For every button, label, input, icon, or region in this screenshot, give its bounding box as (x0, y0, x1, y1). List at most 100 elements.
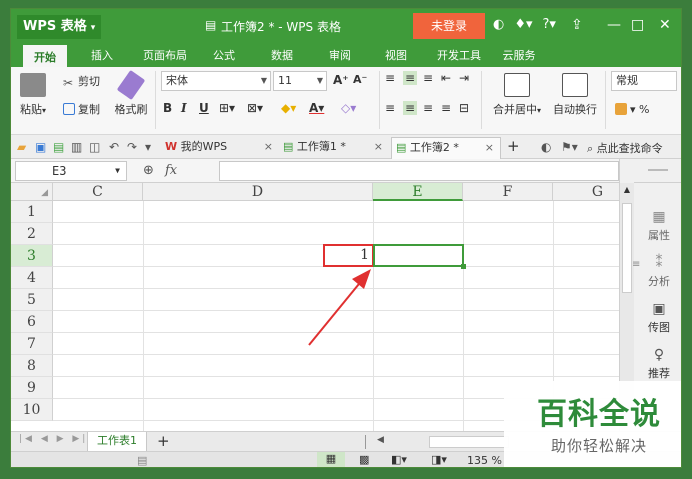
bold-button[interactable]: B (163, 101, 172, 115)
tab-view[interactable]: 视图 (379, 45, 413, 67)
shirt-icon[interactable]: ♦▾ (514, 17, 532, 32)
normal-view-button[interactable]: ▦ (317, 452, 345, 467)
sheet-tab-1[interactable]: 工作表1 (87, 432, 147, 452)
page-layout-view-icon[interactable]: ▩ (359, 453, 369, 466)
macro-icon[interactable]: ▤ (137, 454, 147, 467)
scroll-thumb[interactable] (622, 203, 632, 293)
copy-button[interactable]: 复制 (63, 101, 100, 117)
drag-handle-icon[interactable]: ≡ (632, 259, 640, 270)
tab-workbook1[interactable]: ▤ 工作簿1 * × (279, 137, 389, 159)
zoom-search-icon[interactable]: ⊕ (143, 163, 154, 178)
new-tab-button[interactable]: + (507, 137, 520, 155)
italic-button[interactable]: I (181, 101, 187, 115)
page-break-view-icon[interactable]: ◧▾ (391, 453, 407, 466)
sheet-icon: ▤ (283, 140, 294, 153)
minimize-button[interactable]: — (607, 17, 621, 33)
tab-page-layout[interactable]: 页面布局 (137, 45, 193, 67)
horizontal-scrollbar[interactable] (429, 436, 509, 448)
cut-button[interactable]: ✂ 剪切 (63, 73, 100, 90)
name-box[interactable]: E3 ▼ (15, 161, 127, 181)
align-middle-icon[interactable]: ≡ (403, 71, 418, 85)
justify-icon[interactable]: ≡ (441, 101, 451, 115)
tab-my-wps-label: 我的WPS (180, 140, 228, 153)
tab-data[interactable]: 数据 (265, 45, 299, 67)
export-icon[interactable]: ▤ (53, 140, 64, 154)
app-menu-button[interactable]: WPS 表格 ▾ (17, 15, 102, 39)
font-color-icon[interactable]: A▾ (309, 101, 324, 115)
undo-icon[interactable]: ↶ (109, 140, 119, 154)
borders-icon[interactable]: ⊞▾ (219, 101, 235, 115)
redo-icon[interactable]: ↷ (127, 140, 137, 154)
align-left-icon[interactable]: ≡ (385, 101, 395, 115)
percent-button[interactable]: ▾ % (615, 103, 649, 116)
close-button[interactable]: ✕ (659, 17, 671, 33)
number-format-select[interactable]: 常规 (611, 71, 677, 91)
indent-decrease-icon[interactable]: ⇤ (441, 71, 451, 85)
skin-icon[interactable]: ◐ (493, 17, 504, 32)
distribute-icon[interactable]: ⊟ (459, 101, 469, 115)
close-icon[interactable]: × (264, 137, 273, 157)
pin-icon[interactable]: ⇪ (571, 17, 583, 33)
print-preview-icon[interactable]: ◫ (89, 140, 100, 154)
tab-insert[interactable]: 插入 (85, 45, 119, 67)
align-bottom-icon[interactable]: ≡ (423, 71, 433, 85)
format-painter-button[interactable]: 格式刷 (111, 70, 151, 117)
recommend-button[interactable]: ♀ 推荐 (634, 347, 681, 381)
tab-workbook2[interactable]: ▤ 工作簿2 * × (391, 137, 501, 159)
menu-bar: 开始 插入 页面布局 公式 数据 审阅 视图 开发工具 云服务 (11, 43, 681, 67)
name-box-value: E3 (52, 164, 67, 178)
title-toolbar: ◐ ♦▾ ?▾ (493, 17, 566, 32)
maximize-button[interactable]: □ (631, 17, 644, 33)
underline-button[interactable]: U (199, 101, 209, 115)
print-icon[interactable]: ▥ (71, 140, 82, 154)
paste-label: 粘贴 (19, 103, 42, 116)
help-icon[interactable]: ?▾ (543, 17, 556, 32)
tab-formulas[interactable]: 公式 (207, 45, 241, 67)
tab-cloud[interactable]: 云服务 (497, 45, 541, 67)
add-sheet-button[interactable]: + (157, 432, 170, 450)
formula-input[interactable] (219, 161, 619, 181)
font-name-select[interactable]: 宋体 ▼ (161, 71, 271, 91)
fill-pattern-icon[interactable]: ⊠▾ (247, 101, 263, 115)
scroll-left-icon[interactable]: ◀ (377, 435, 384, 445)
sheet-nav-icons[interactable]: |◀ ◀ ▶ ▶| (19, 434, 88, 444)
fx-button[interactable]: fx (165, 163, 177, 178)
analysis-button[interactable]: ⁑ 分析 (634, 255, 681, 289)
align-top-icon[interactable]: ≡ (385, 71, 395, 85)
tab-review[interactable]: 审阅 (323, 45, 357, 67)
indent-increase-icon[interactable]: ⇥ (459, 71, 469, 85)
wrap-text-button[interactable]: 自动换行 (551, 73, 599, 117)
tab-home[interactable]: 开始 (23, 45, 67, 67)
font-size-select[interactable]: 11 ▼ (273, 71, 327, 91)
wps-logo: WPS 表格 (23, 19, 87, 34)
merge-center-button[interactable]: 合并居中▾ (487, 73, 547, 117)
scroll-up-icon[interactable]: ▲ (621, 185, 633, 197)
paste-button[interactable]: 粘贴▾ (17, 73, 49, 117)
customize-icon[interactable]: ▾ (145, 140, 151, 154)
close-icon[interactable]: × (374, 137, 383, 157)
login-button[interactable]: 未登录 (413, 13, 485, 39)
align-center-icon[interactable]: ≡ (403, 101, 418, 115)
doc-icon[interactable]: ◐ (541, 140, 551, 154)
open-folder-icon[interactable]: ▰ (17, 140, 26, 154)
divider (365, 435, 366, 449)
merge-cells-icon (504, 73, 530, 97)
align-right-icon[interactable]: ≡ (423, 101, 433, 115)
zoom-level[interactable]: 135 % (467, 454, 502, 467)
tab-developer[interactable]: 开发工具 (431, 45, 487, 67)
reading-view-icon[interactable]: ◨▾ (431, 453, 447, 466)
increase-font-icon[interactable]: A⁺ (333, 73, 349, 87)
save-icon[interactable]: ▣ (35, 140, 46, 154)
command-search[interactable]: ⌕ 点此查找命令 (587, 140, 663, 156)
flag-icon[interactable]: ⚑▾ (561, 140, 578, 154)
decrease-font-icon[interactable]: A⁻ (353, 73, 367, 86)
close-icon[interactable]: × (485, 138, 494, 158)
watermark-title: 百科全说 (537, 397, 661, 432)
format-painter-label: 格式刷 (114, 103, 148, 116)
clear-format-icon[interactable]: ◇▾ (341, 101, 356, 115)
fill-color-icon[interactable]: ◆▾ (281, 101, 296, 115)
upload-image-button[interactable]: ▣ 传图 (634, 301, 681, 335)
watermark-subtitle: 助你轻松解决 (550, 437, 647, 455)
properties-button[interactable]: ▦ 属性 (634, 209, 681, 243)
tab-my-wps[interactable]: W 我的WPS × (161, 137, 279, 159)
